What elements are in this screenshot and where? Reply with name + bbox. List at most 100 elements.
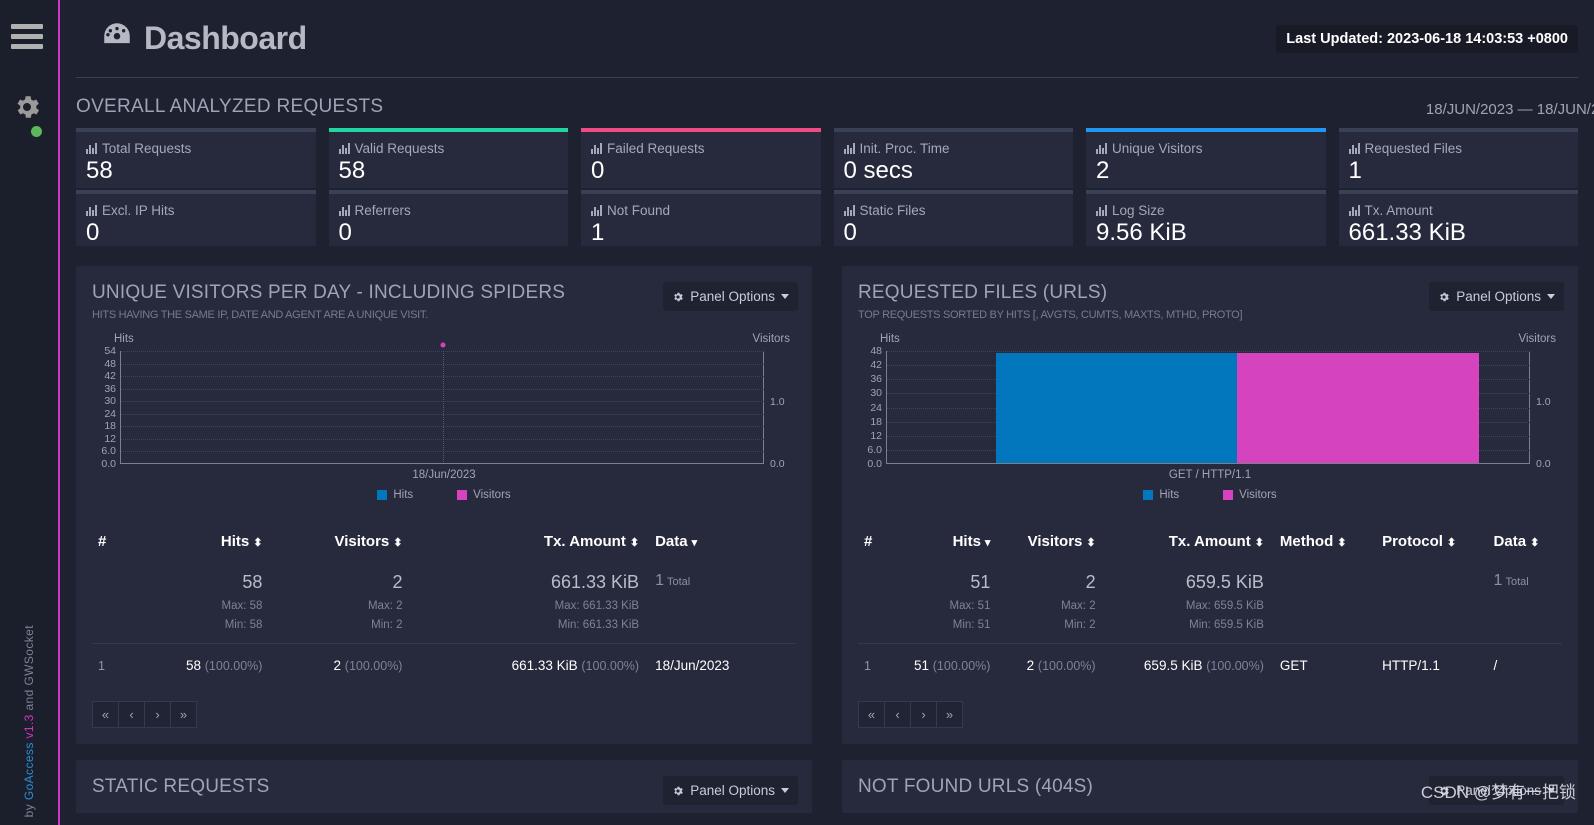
aggregate-row: 51 Max: 51 Min: 51 2 Max: 2 Min: 2 659.5 KiB Ma…	[858, 562, 1562, 644]
cell-data: 18/Jun/2023	[647, 643, 796, 687]
table-row[interactable]: 1 58 (100.00%) 2 (100.00%) 661.33 KiB (100.…	[92, 643, 796, 687]
panel-unique-visitors: UNIQUE VISITORS PER DAY - INCLUDING SPID…	[76, 266, 812, 744]
cell-index: 1	[858, 643, 884, 687]
gear-icon[interactable]	[12, 92, 42, 127]
legend-swatch	[1223, 490, 1234, 500]
chart-unique-visitors[interactable]: Hits Visitors 0.0 6.0 12 18 24 30 36 42 48 54 0.0 1.0…	[76, 329, 812, 501]
last-updated-badge: Last Updated: 2023-06-18 14:03:53 +0800	[1276, 24, 1578, 53]
panel-title: UNIQUE VISITORS PER DAY - INCLUDING SPID…	[92, 282, 566, 303]
pagination-button-prev[interactable]: ‹	[118, 701, 145, 728]
sort-icon: ⬍	[1337, 537, 1347, 549]
legend-item-visitors[interactable]: Visitors	[1223, 489, 1277, 501]
stat-value: 0	[591, 157, 605, 184]
chart-legend: Hits Visitors	[842, 489, 1578, 501]
aggregate-row: 58 Max: 58 Min: 58 2 Max: 2 Min: 2 661.33 KiB M…	[92, 562, 796, 644]
footer-brand[interactable]: GoAccess	[22, 742, 36, 800]
table-header-row: # Hits ▾ Visitors ⬍ Tx. Amount ⬍ Method ⬍ Protoco…	[858, 527, 1562, 562]
y-tick: 48	[104, 357, 116, 370]
dashboard-gauge-icon	[100, 19, 134, 58]
column-header[interactable]: Hits ▾	[884, 527, 998, 562]
panel-subtitle: HITS HAVING THE SAME IP, DATE AND AGENT …	[92, 309, 428, 321]
pagination-right[interactable]: «‹ ›»	[842, 687, 1578, 744]
panel-options-button[interactable]: Panel Options	[663, 776, 798, 805]
sort-icon: ▾	[691, 537, 698, 549]
bar-chart-icon	[1348, 143, 1360, 154]
y-tick: 48	[870, 345, 882, 357]
gear-icon	[674, 786, 683, 795]
cell-method: GET	[1271, 643, 1375, 687]
legend-swatch	[377, 490, 388, 500]
bar-chart-icon	[591, 143, 602, 154]
hamburger-icon[interactable]	[11, 24, 43, 49]
gridline	[887, 351, 1530, 352]
column-header[interactable]: Visitors ⬍	[270, 527, 410, 562]
pagination-button-first[interactable]: «	[92, 701, 119, 728]
stat-card: Referrers 0	[328, 190, 568, 246]
x-tick-label: GET / HTTP/1.1	[1168, 469, 1252, 481]
column-header[interactable]: Hits ⬍	[118, 527, 270, 562]
y-tick: 24	[104, 407, 116, 420]
y2-tick: 1.0	[1536, 395, 1551, 408]
stat-label: Excl. IP Hits	[86, 203, 306, 218]
footer-version: v1.3	[22, 713, 36, 742]
y2-axis-label: Visitors	[1518, 333, 1557, 345]
stat-value: 2	[1096, 157, 1110, 184]
y-tick: 24	[870, 401, 882, 414]
column-header[interactable]: Data ▾	[647, 527, 796, 562]
stat-label: Static Files	[843, 203, 1064, 218]
y-tick: 54	[104, 345, 116, 357]
legend-item-hits[interactable]: Hits	[1143, 489, 1179, 501]
column-header[interactable]: Tx. Amount ⬍	[410, 527, 647, 562]
column-header[interactable]: Visitors ⬍	[998, 527, 1103, 562]
cell-hits: 58 (100.00%)	[118, 643, 271, 687]
panel-header: UNIQUE VISITORS PER DAY - INCLUDING SPID…	[76, 266, 812, 329]
legend-item-visitors[interactable]: Visitors	[457, 489, 511, 501]
bar-chart-icon	[1096, 143, 1107, 154]
sort-icon: ⬍	[1254, 537, 1264, 549]
pagination-button-last[interactable]: »	[170, 701, 197, 728]
stat-label: Total Requests	[86, 141, 306, 156]
chart-requested-files[interactable]: Hits Visitors 0.0 6.0 12 18 24 30 36 42 48 0.0 1.0 GE…	[842, 329, 1578, 501]
panel-static-requests: STATIC REQUESTS Panel Options	[76, 760, 812, 813]
stat-value: 0	[86, 219, 100, 246]
pagination-button-last[interactable]: »	[936, 701, 963, 728]
table-row[interactable]: 1 51 (100.00%) 2 (100.00%) 659.5 KiB (100.0…	[858, 643, 1562, 687]
column-header[interactable]: Method ⬍	[1272, 527, 1374, 562]
sort-icon: ⬍	[1086, 537, 1096, 549]
bar-hits[interactable]	[996, 353, 1238, 463]
aggregate-total: 1 Total	[1493, 572, 1529, 589]
column-header[interactable]: Protocol ⬍	[1374, 527, 1485, 562]
aggregate-tx: 659.5 KiB Max: 659.5 KiB Min: 659.5 KiB	[1185, 572, 1264, 631]
bar-chart-icon	[338, 205, 350, 216]
stat-value: 58	[86, 157, 113, 184]
y-tick: 36	[870, 373, 882, 386]
stat-column: Failed Requests 0 Not Found 1	[581, 128, 821, 246]
gear-icon	[1440, 292, 1449, 301]
stat-card: Not Found 1	[581, 190, 821, 246]
pagination-button-next[interactable]: ›	[910, 701, 937, 728]
pagination-button-prev[interactable]: ‹	[884, 701, 911, 728]
column-header[interactable]: Tx. Amount ⬍	[1104, 527, 1272, 562]
data-point-visitors[interactable]	[440, 342, 445, 348]
panel-options-button[interactable]: Panel Options	[1429, 282, 1564, 311]
pagination-left[interactable]: «‹ ›»	[76, 687, 812, 744]
column-header[interactable]: #	[92, 527, 118, 562]
stat-card: Tx. Amount 661.33 KiB	[1338, 190, 1578, 246]
legend-item-hits[interactable]: Hits	[377, 489, 413, 501]
stat-card: Valid Requests 58	[328, 128, 568, 188]
y-tick: 12	[104, 432, 116, 445]
table-header-row: # Hits ⬍ Visitors ⬍ Tx. Amount ⬍ Data ▾	[92, 527, 796, 562]
bar-chart-icon	[86, 205, 97, 216]
column-header[interactable]: Data ⬍	[1486, 527, 1562, 562]
cell-tx-amount: 661.33 KiB (100.00%)	[410, 643, 648, 687]
column-header[interactable]: #	[858, 527, 884, 562]
stat-label: Init. Proc. Time	[843, 141, 1064, 156]
overall-title: OVERALL ANALYZED REQUESTS	[76, 96, 384, 117]
bar-visitors[interactable]	[1237, 353, 1479, 463]
pagination-button-first[interactable]: «	[858, 701, 885, 728]
date-range: 18/JUN/2023 — 18/JUN/202	[1425, 101, 1594, 118]
cell-tx-amount: 659.5 KiB (100.00%)	[1103, 643, 1272, 687]
stat-label: Referrers	[338, 203, 559, 218]
pagination-button-next[interactable]: ›	[144, 701, 171, 728]
panel-options-button[interactable]: Panel Options	[663, 282, 798, 311]
